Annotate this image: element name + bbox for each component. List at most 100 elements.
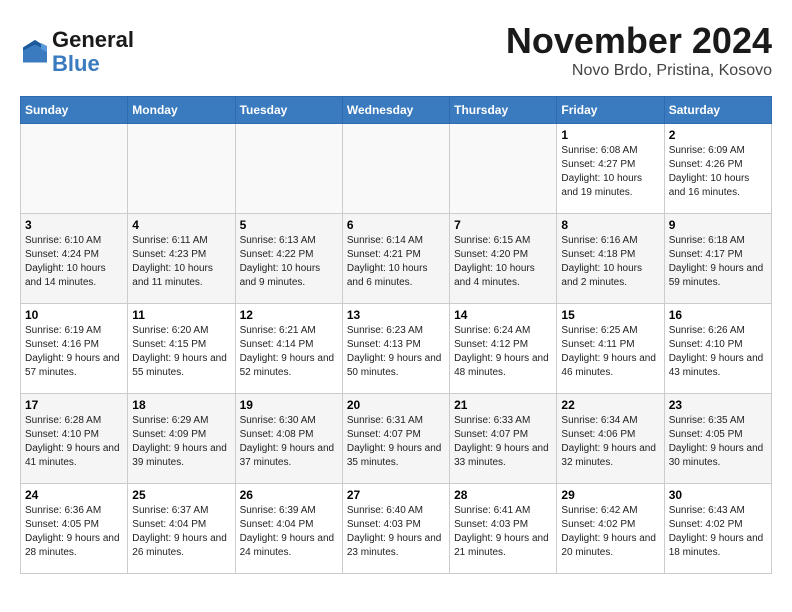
calendar-cell: 16Sunrise: 6:26 AM Sunset: 4:10 PM Dayli… (664, 304, 771, 394)
day-number: 28 (454, 488, 552, 502)
calendar-cell: 23Sunrise: 6:35 AM Sunset: 4:05 PM Dayli… (664, 394, 771, 484)
day-info: Sunrise: 6:33 AM Sunset: 4:07 PM Dayligh… (454, 414, 552, 470)
calendar-cell: 3 Sunrise: 6:10 AM Sunset: 4:24 PM Daylig… (21, 214, 128, 304)
calendar-cell: 11 Sunrise: 6:20 AM Sunset: 4:15 PM Dayli… (128, 304, 235, 394)
week-row-4: 24 Sunrise: 6:36 AM Sunset: 4:05 PM Dayli… (21, 484, 772, 574)
calendar-cell: 5Sunrise: 6:13 AM Sunset: 4:22 PM Daylig… (235, 214, 342, 304)
day-info: Sunrise: 6:21 AM Sunset: 4:14 PM Dayligh… (240, 324, 338, 380)
day-info: Sunrise: 6:15 AM Sunset: 4:20 PM Dayligh… (454, 234, 552, 290)
day-number: 22 (561, 398, 659, 412)
day-number: 2 (669, 128, 767, 142)
calendar-header: SundayMondayTuesdayWednesdayThursdayFrid… (21, 97, 772, 124)
logo-line1: General (52, 28, 134, 52)
logo: General Blue (20, 28, 134, 76)
day-info: Sunrise: 6:11 AM Sunset: 4:23 PM Dayligh… (132, 234, 230, 290)
day-info: Sunrise: 6:16 AM Sunset: 4:18 PM Dayligh… (561, 234, 659, 290)
day-info: Sunrise: 6:25 AM Sunset: 4:11 PM Dayligh… (561, 324, 659, 380)
day-number: 3 (25, 218, 123, 232)
col-header-sunday: Sunday (21, 97, 128, 124)
day-info: Sunrise: 6:23 AM Sunset: 4:13 PM Dayligh… (347, 324, 445, 380)
day-number: 5 (240, 218, 338, 232)
day-number: 8 (561, 218, 659, 232)
calendar-cell: 24 Sunrise: 6:36 AM Sunset: 4:05 PM Dayli… (21, 484, 128, 574)
col-header-friday: Friday (557, 97, 664, 124)
calendar-cell: 25Sunrise: 6:37 AM Sunset: 4:04 PM Dayli… (128, 484, 235, 574)
day-number: 1 (561, 128, 659, 142)
day-info: Sunrise: 6:24 AM Sunset: 4:12 PM Dayligh… (454, 324, 552, 380)
day-info: Sunrise: 6:14 AM Sunset: 4:21 PM Dayligh… (347, 234, 445, 290)
day-number: 21 (454, 398, 552, 412)
calendar-cell: 29 Sunrise: 6:42 AM Sunset: 4:02 PM Dayli… (557, 484, 664, 574)
week-row-3: 17 Sunrise: 6:28 AM Sunset: 4:10 PM Dayli… (21, 394, 772, 484)
calendar-cell: 12 Sunrise: 6:21 AM Sunset: 4:14 PM Dayli… (235, 304, 342, 394)
calendar-cell: 14 Sunrise: 6:24 AM Sunset: 4:12 PM Dayli… (450, 304, 557, 394)
col-header-tuesday: Tuesday (235, 97, 342, 124)
calendar-cell: 30 Sunrise: 6:43 AM Sunset: 4:02 PM Dayli… (664, 484, 771, 574)
day-number: 14 (454, 308, 552, 322)
page-subtitle: Novo Brdo, Pristina, Kosovo (506, 62, 772, 80)
day-number: 10 (25, 308, 123, 322)
page-header: General Blue November 2024 Novo Brdo, Pr… (20, 20, 772, 80)
logo-icon (20, 37, 50, 67)
calendar-cell: 20 Sunrise: 6:31 AM Sunset: 4:07 PM Dayli… (342, 394, 449, 484)
calendar-cell: 17 Sunrise: 6:28 AM Sunset: 4:10 PM Dayli… (21, 394, 128, 484)
calendar-cell: 13 Sunrise: 6:23 AM Sunset: 4:13 PM Dayli… (342, 304, 449, 394)
day-info: Sunrise: 6:28 AM Sunset: 4:10 PM Dayligh… (25, 414, 123, 470)
day-number: 11 (132, 308, 230, 322)
week-row-2: 10 Sunrise: 6:19 AM Sunset: 4:16 PM Dayli… (21, 304, 772, 394)
calendar-cell (128, 124, 235, 214)
day-info: Sunrise: 6:18 AM Sunset: 4:17 PM Dayligh… (669, 234, 767, 290)
week-row-0: 1 Sunrise: 6:08 AM Sunset: 4:27 PM Daylig… (21, 124, 772, 214)
week-row-1: 3 Sunrise: 6:10 AM Sunset: 4:24 PM Daylig… (21, 214, 772, 304)
calendar-cell (21, 124, 128, 214)
day-number: 18 (132, 398, 230, 412)
calendar-cell: 19 Sunrise: 6:30 AM Sunset: 4:08 PM Dayli… (235, 394, 342, 484)
calendar-cell: 21 Sunrise: 6:33 AM Sunset: 4:07 PM Dayli… (450, 394, 557, 484)
calendar-cell: 10 Sunrise: 6:19 AM Sunset: 4:16 PM Dayli… (21, 304, 128, 394)
day-info: Sunrise: 6:20 AM Sunset: 4:15 PM Dayligh… (132, 324, 230, 380)
calendar-table: SundayMondayTuesdayWednesdayThursdayFrid… (20, 96, 772, 574)
calendar-cell: 28 Sunrise: 6:41 AM Sunset: 4:03 PM Dayli… (450, 484, 557, 574)
day-number: 12 (240, 308, 338, 322)
day-info: Sunrise: 6:31 AM Sunset: 4:07 PM Dayligh… (347, 414, 445, 470)
day-number: 16 (669, 308, 767, 322)
day-info: Sunrise: 6:34 AM Sunset: 4:06 PM Dayligh… (561, 414, 659, 470)
calendar-cell: 26Sunrise: 6:39 AM Sunset: 4:04 PM Dayli… (235, 484, 342, 574)
day-number: 19 (240, 398, 338, 412)
calendar-cell: 1 Sunrise: 6:08 AM Sunset: 4:27 PM Daylig… (557, 124, 664, 214)
day-info: Sunrise: 6:43 AM Sunset: 4:02 PM Dayligh… (669, 504, 767, 560)
day-number: 13 (347, 308, 445, 322)
calendar-cell: 9Sunrise: 6:18 AM Sunset: 4:17 PM Daylig… (664, 214, 771, 304)
day-number: 24 (25, 488, 123, 502)
day-info: Sunrise: 6:36 AM Sunset: 4:05 PM Dayligh… (25, 504, 123, 560)
calendar-cell: 15Sunrise: 6:25 AM Sunset: 4:11 PM Dayli… (557, 304, 664, 394)
day-number: 27 (347, 488, 445, 502)
day-info: Sunrise: 6:35 AM Sunset: 4:05 PM Dayligh… (669, 414, 767, 470)
day-number: 7 (454, 218, 552, 232)
col-header-saturday: Saturday (664, 97, 771, 124)
day-number: 6 (347, 218, 445, 232)
day-info: Sunrise: 6:40 AM Sunset: 4:03 PM Dayligh… (347, 504, 445, 560)
calendar-cell (450, 124, 557, 214)
day-info: Sunrise: 6:41 AM Sunset: 4:03 PM Dayligh… (454, 504, 552, 560)
calendar-cell: 4 Sunrise: 6:11 AM Sunset: 4:23 PM Daylig… (128, 214, 235, 304)
calendar-body: 1 Sunrise: 6:08 AM Sunset: 4:27 PM Daylig… (21, 124, 772, 574)
day-info: Sunrise: 6:10 AM Sunset: 4:24 PM Dayligh… (25, 234, 123, 290)
col-header-monday: Monday (128, 97, 235, 124)
day-info: Sunrise: 6:30 AM Sunset: 4:08 PM Dayligh… (240, 414, 338, 470)
day-info: Sunrise: 6:08 AM Sunset: 4:27 PM Dayligh… (561, 144, 659, 200)
col-header-thursday: Thursday (450, 97, 557, 124)
day-number: 4 (132, 218, 230, 232)
day-number: 17 (25, 398, 123, 412)
calendar-cell (342, 124, 449, 214)
col-header-wednesday: Wednesday (342, 97, 449, 124)
day-number: 20 (347, 398, 445, 412)
day-info: Sunrise: 6:29 AM Sunset: 4:09 PM Dayligh… (132, 414, 230, 470)
day-number: 29 (561, 488, 659, 502)
day-number: 30 (669, 488, 767, 502)
calendar-cell: 8 Sunrise: 6:16 AM Sunset: 4:18 PM Daylig… (557, 214, 664, 304)
day-info: Sunrise: 6:19 AM Sunset: 4:16 PM Dayligh… (25, 324, 123, 380)
logo-line2: Blue (52, 52, 134, 76)
day-info: Sunrise: 6:42 AM Sunset: 4:02 PM Dayligh… (561, 504, 659, 560)
calendar-cell: 6 Sunrise: 6:14 AM Sunset: 4:21 PM Daylig… (342, 214, 449, 304)
